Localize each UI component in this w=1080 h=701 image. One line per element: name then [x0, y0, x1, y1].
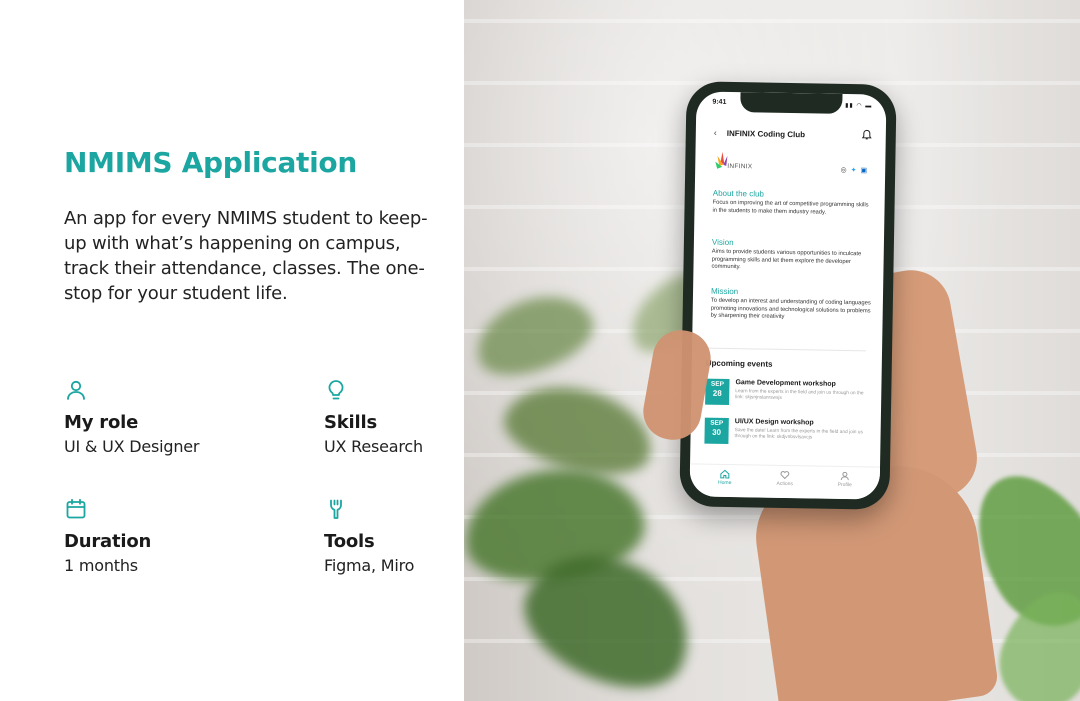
event-description: Learn from the experts in the field and …	[735, 389, 864, 401]
section-body: Focus on improving the art of competitiv…	[712, 199, 869, 216]
meta-role: My role UI & UX Designer	[64, 378, 264, 456]
section-mission: Mission To develop an interest and under…	[711, 287, 872, 324]
section-body: Aims to provide students various opportu…	[711, 248, 862, 271]
social-icons[interactable]: ◎✦▣	[841, 166, 872, 175]
status-icons: ▮▮ ◠ ▬	[845, 102, 873, 110]
event-title: Game Development workshop	[735, 379, 836, 388]
section-heading: Vision	[711, 237, 734, 248]
phone-screen: 9:41 ▮▮ ◠ ▬ ‹ INFINIX Coding Club INFINI…	[689, 91, 887, 500]
phone-notch	[740, 92, 843, 114]
logo-text: INFINIX	[727, 162, 753, 171]
heart-icon	[780, 471, 790, 480]
bell-icon[interactable]	[861, 129, 872, 140]
calendar-icon	[66, 498, 86, 519]
section-heading: Mission	[710, 286, 739, 297]
tab-label: Home	[717, 479, 732, 487]
role-label: My role	[64, 412, 139, 433]
event-item[interactable]: SEP 28 Game Development workshop Learn f…	[705, 378, 870, 410]
page-title: NMIMS Application	[64, 146, 357, 179]
home-icon	[720, 469, 730, 479]
info-panel: NMIMS Application An app for every NMIMS…	[0, 0, 464, 701]
back-icon[interactable]: ‹	[714, 128, 717, 138]
bottom-tab-bar: Home Actions Profile	[689, 463, 881, 500]
project-description: An app for every NMIMS student to keep-u…	[64, 208, 428, 304]
instagram-icon[interactable]: ◎	[841, 167, 851, 174]
lightbulb-icon	[328, 380, 344, 400]
linkedin-icon[interactable]: ▣	[861, 167, 872, 174]
section-body: To develop an interest and understanding…	[710, 297, 871, 321]
twitter-icon[interactable]: ✦	[851, 167, 861, 174]
screen-title: INFINIX Coding Club	[726, 128, 806, 140]
event-title: UI/UX Design workshop	[734, 418, 814, 427]
tab-actions[interactable]: Actions	[760, 470, 810, 488]
event-date-badge: SEP 30	[704, 417, 729, 444]
tab-label: Actions	[776, 480, 793, 488]
event-date-badge: SEP 28	[705, 378, 730, 405]
section-about: About the club Focus on improving the ar…	[712, 189, 872, 218]
duration-label: Duration	[64, 531, 152, 552]
tab-label: Profile	[837, 481, 852, 489]
wrench-icon	[330, 499, 342, 519]
phone-device: 9:41 ▮▮ ◠ ▬ ‹ INFINIX Coding Club INFINI…	[679, 81, 897, 510]
upcoming-title: Upcoming events	[705, 358, 773, 369]
section-vision: Vision Aims to provide students various …	[711, 238, 872, 275]
section-heading: About the club	[712, 188, 765, 199]
divider	[708, 347, 867, 352]
event-item[interactable]: SEP 30 UI/UX Design workshop Save the da…	[704, 417, 869, 449]
event-day: 30	[712, 427, 722, 437]
event-day: 28	[712, 388, 722, 398]
profile-icon	[840, 471, 849, 481]
status-time: 9:41	[712, 98, 727, 106]
tab-home[interactable]: Home	[700, 468, 750, 486]
tab-profile[interactable]: Profile	[820, 471, 870, 489]
duration-value: 1 months	[64, 556, 138, 575]
meta-duration: Duration 1 months	[64, 497, 264, 575]
role-value: UI & UX Designer	[64, 437, 200, 456]
user-icon	[67, 380, 85, 400]
event-description: Save the date! Learn from the experts in…	[734, 428, 863, 441]
